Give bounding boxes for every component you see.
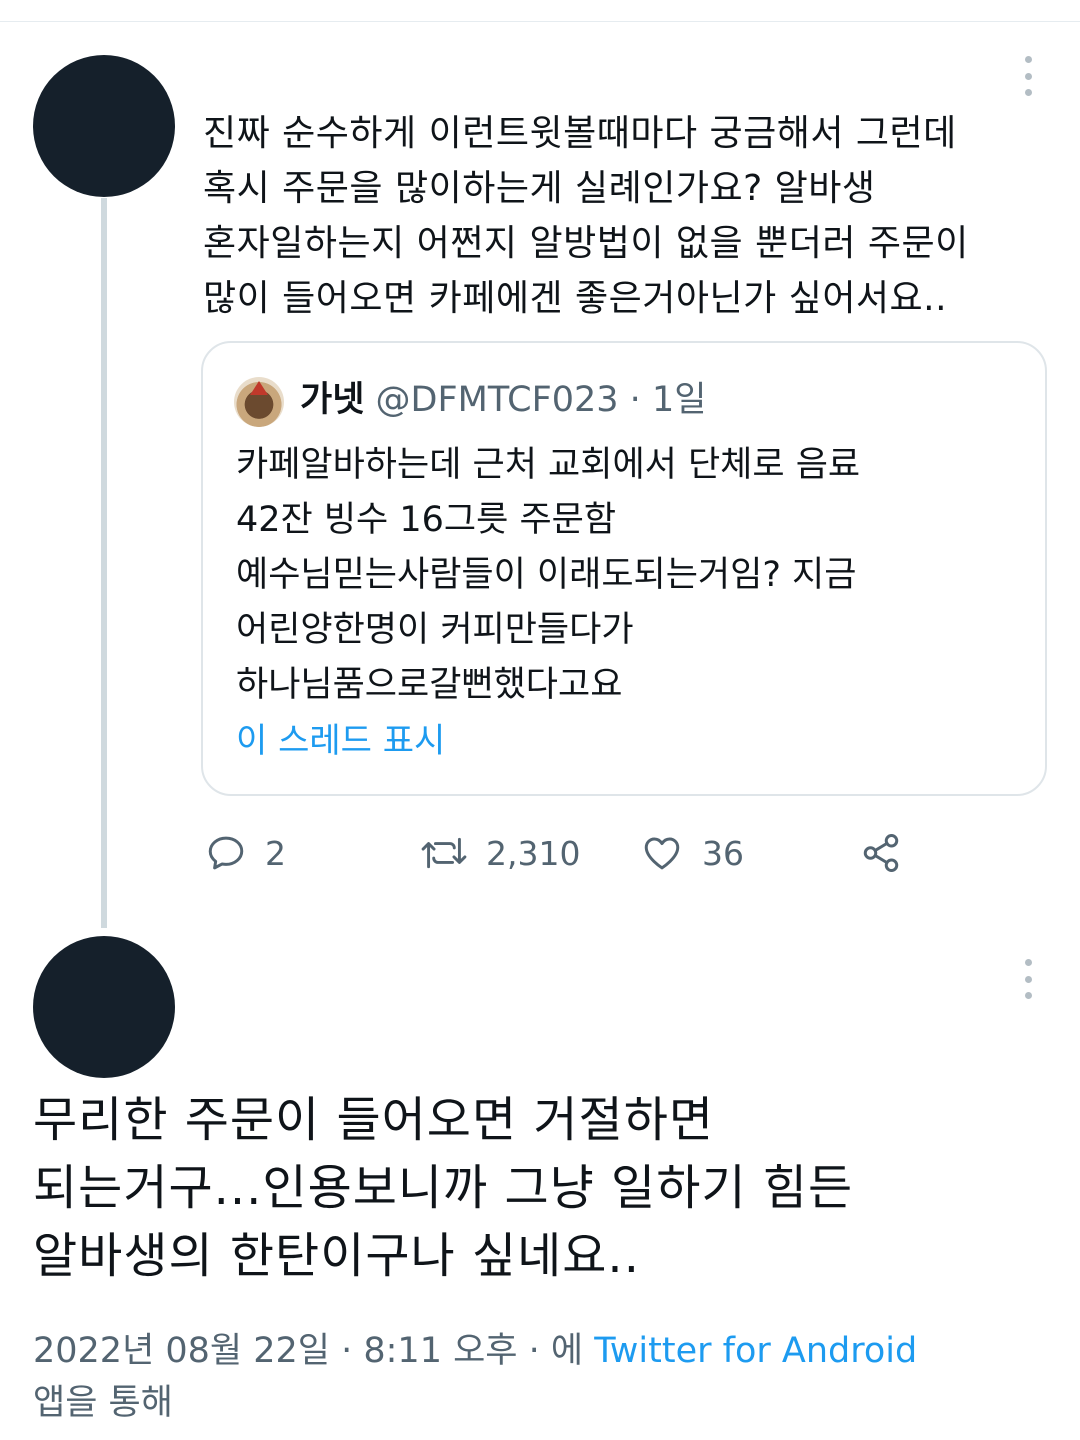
thread-connector-line bbox=[101, 198, 107, 928]
share-button[interactable] bbox=[858, 825, 904, 881]
like-icon bbox=[644, 837, 680, 870]
reply-button[interactable]: 2 bbox=[205, 825, 286, 881]
tweet-source-link[interactable]: Twitter for Android bbox=[594, 1331, 917, 1371]
tweet-action-bar: 2 2,310 36 bbox=[0, 825, 1080, 881]
quoted-handle[interactable]: @DFMTCF023 bbox=[376, 380, 619, 420]
like-count: 36 bbox=[702, 833, 744, 873]
avatar[interactable] bbox=[33, 936, 175, 1078]
like-button[interactable]: 36 bbox=[640, 825, 744, 881]
show-thread-link[interactable]: 이 스레드 표시 bbox=[236, 718, 445, 764]
tweet-datetime: 2022년 08월 22일 · 8:11 오후 · 에 bbox=[33, 1331, 595, 1371]
avatar[interactable] bbox=[33, 55, 175, 197]
tweet-text: 무리한 주문이 들어오면 거절하면 되는거구...인용보니까 그냥 일하기 힘든… bbox=[33, 1092, 854, 1284]
tweet-text: 진짜 순수하게 이런트윗볼때마다 궁금해서 그런데 혹시 주문을 많이하는게 실… bbox=[203, 113, 969, 319]
retweet-button[interactable]: 2,310 bbox=[420, 825, 580, 881]
reply-count: 2 bbox=[265, 833, 286, 873]
tweet-source-suffix: 앱을 통해 bbox=[33, 1383, 173, 1423]
reply-icon bbox=[208, 836, 244, 870]
quoted-tweet-card[interactable]: 가넷 @DFMTCF023 · 1일 카페알바하는데 근처 교회에서 단체로 음… bbox=[201, 341, 1047, 796]
share-icon bbox=[863, 834, 899, 872]
quoted-tweet-header: 가넷 @DFMTCF023 · 1일 bbox=[300, 377, 706, 423]
quoted-timestamp[interactable]: 1일 bbox=[652, 380, 706, 420]
more-options-icon[interactable] bbox=[1018, 56, 1038, 96]
more-options-icon[interactable] bbox=[1018, 959, 1038, 999]
quoted-tweet-text: 카페알바하는데 근처 교회에서 단체로 음료 42잔 빙수 16그릇 주문함 예… bbox=[236, 445, 861, 705]
top-divider bbox=[0, 21, 1080, 22]
tweet-meta: 2022년 08월 22일 · 8:11 오후 · 에 Twitter for … bbox=[33, 1325, 1043, 1429]
separator-dot: · bbox=[629, 380, 641, 420]
retweet-icon bbox=[421, 837, 467, 869]
quoted-display-name[interactable]: 가넷 bbox=[300, 380, 364, 420]
quoted-avatar[interactable] bbox=[234, 377, 284, 427]
retweet-count: 2,310 bbox=[486, 833, 581, 873]
